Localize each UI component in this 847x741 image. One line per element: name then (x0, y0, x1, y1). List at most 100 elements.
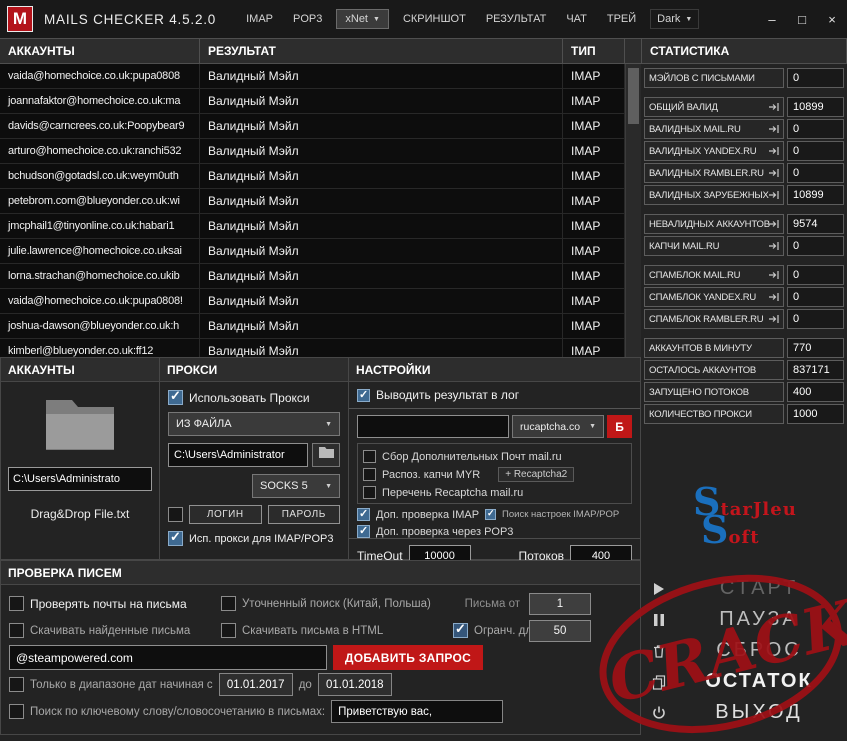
export-icon[interactable] (768, 292, 780, 302)
rest-button[interactable]: ОСТАТОК (641, 666, 847, 697)
query-input[interactable]: @steampowered.com (9, 645, 327, 670)
proxy-source-dropdown[interactable]: ИЗ ФАЙЛА ▼ (168, 412, 340, 436)
imap-check-checkbox[interactable] (357, 507, 370, 521)
accounts-file-path-input[interactable]: C:\Users\Administrato (8, 467, 152, 491)
column-header-result[interactable]: РЕЗУЛЬТАТ (200, 39, 563, 63)
collect-mail-checkbox[interactable] (363, 450, 376, 463)
accounts-table-body: vaida@homechoice.co.uk:pupa0808 Валидный… (0, 64, 625, 357)
captcha-myr-checkbox[interactable] (363, 468, 376, 481)
start-button[interactable]: СТАРТ (641, 573, 847, 604)
letters-from-input[interactable]: 1 (529, 592, 591, 615)
download-html-checkbox[interactable] (221, 623, 236, 638)
table-row[interactable]: vaida@homechoice.co.uk:pupa0808! Валидны… (0, 289, 625, 314)
export-icon[interactable] (768, 270, 780, 280)
result-cell: Валидный Мэйл (200, 114, 563, 138)
table-row[interactable]: arturo@homechoice.co.uk:ranchi532 Валидн… (0, 139, 625, 164)
pop3-limit-checkbox[interactable] (453, 621, 468, 638)
table-row[interactable]: jmcphail1@tinyonline.co.uk:habari1 Валид… (0, 214, 625, 239)
proxy-imap-pop3-checkbox[interactable] (168, 529, 183, 546)
accounts-panel-body: C:\Users\Administrato Drag&Drop File.txt (1, 382, 159, 559)
balance-button[interactable]: Б (607, 415, 632, 438)
titlebar: M MAILS CHECKER 4.5.2.0 IMAP POP3 xNet ▼… (0, 0, 847, 38)
account-cell: vaida@homechoice.co.uk:pupa0808! (0, 289, 200, 313)
pop3-check-label: Доп. проверка через POP3 (376, 525, 514, 538)
table-row[interactable]: petebrom.com@blueyonder.co.uk:wi Валидны… (0, 189, 625, 214)
log-output-checkbox[interactable] (357, 388, 370, 402)
stat-label-box: СПАМБЛОК YANDEX.RU (644, 287, 784, 307)
menu-tray[interactable]: ТРЕЙ (597, 13, 646, 25)
check-letters-label: Проверять почты на письма (30, 596, 187, 611)
maximize-button[interactable]: □ (787, 0, 817, 38)
captcha-service-dropdown[interactable]: rucaptcha.co ▼ (512, 415, 604, 438)
proxy-panel: ПРОКСИ Использовать Прокси ИЗ ФАЙЛА ▼ C:… (160, 357, 349, 560)
menu-pop3[interactable]: POP3 (283, 13, 332, 25)
statistics-title: СТАТИСТИКА (641, 38, 847, 64)
proxy-auth-checkbox[interactable] (168, 507, 183, 522)
keyword-input[interactable]: Приветствую вас, (331, 700, 504, 723)
export-icon[interactable] (768, 241, 780, 251)
app-window: M MAILS CHECKER 4.5.2.0 IMAP POP3 xNet ▼… (0, 0, 847, 735)
column-header-type[interactable]: ТИП (563, 39, 625, 63)
table-row[interactable]: bchudson@gotadsl.co.uk:weym0uth Валидный… (0, 164, 625, 189)
pop3-check-checkbox[interactable] (357, 524, 370, 538)
table-scrollbar[interactable] (625, 64, 641, 357)
download-letters-checkbox[interactable] (9, 623, 24, 638)
pop3-limit-input[interactable]: 50 (529, 619, 591, 642)
imap-pop-search-checkbox[interactable] (485, 508, 497, 520)
export-icon[interactable] (768, 314, 780, 324)
minimize-button[interactable]: – (757, 0, 787, 38)
proxy-source-value: ИЗ ФАЙЛА (176, 418, 232, 430)
proxy-browse-button[interactable] (312, 443, 340, 467)
table-row[interactable]: kimberl@blueyonder.co.uk:ff12 Валидный М… (0, 339, 625, 357)
accounts-panel-title: АККАУНТЫ (1, 358, 159, 382)
export-icon[interactable] (768, 190, 780, 200)
export-icon[interactable] (768, 168, 780, 178)
column-header-accounts[interactable]: АККАУНТЫ (0, 39, 200, 63)
close-button[interactable]: × (817, 0, 847, 38)
export-icon[interactable] (768, 102, 780, 112)
stat-row: ВАЛИДНЫХ ЗАРУБЕЖНЫХ 10899 (644, 185, 844, 205)
table-row[interactable]: julie.lawrence@homechoice.co.uksai Валид… (0, 239, 625, 264)
captcha-key-input[interactable] (357, 415, 509, 438)
export-icon[interactable] (768, 124, 780, 134)
menu-chat[interactable]: ЧАТ (556, 13, 597, 25)
table-row[interactable]: joannafaktor@homechoice.co.uk:ma Валидны… (0, 89, 625, 114)
date-to-input[interactable]: 01.01.2018 (317, 673, 392, 696)
scrollbar-thumb[interactable] (628, 68, 639, 124)
exit-button[interactable]: ВЫХОД (641, 697, 847, 728)
table-row[interactable]: lorna.strachan@homechoice.co.ukib Валидн… (0, 264, 625, 289)
check-letters-checkbox[interactable] (9, 596, 24, 611)
proxy-file-path-input[interactable]: C:\Users\Administrator (168, 443, 308, 467)
type-cell: IMAP (563, 114, 625, 138)
proxy-type-dropdown[interactable]: SOCKS 5 ▼ (252, 474, 340, 498)
chevron-down-icon: ▼ (325, 482, 332, 490)
login-button[interactable]: ЛОГИН (189, 505, 262, 524)
download-html-label: Скачивать письма в HTML (242, 624, 384, 637)
refined-search-checkbox[interactable] (221, 596, 236, 611)
reset-button[interactable]: СБРОС (641, 635, 847, 666)
menu-result[interactable]: РЕЗУЛЬТАТ (476, 13, 556, 25)
folder-icon[interactable] (42, 394, 118, 455)
menu-screenshot[interactable]: СКРИНШОТ (393, 13, 476, 25)
password-button[interactable]: ПАРОЛЬ (267, 505, 340, 524)
date-range-checkbox[interactable] (9, 677, 24, 692)
recaptcha-list-checkbox[interactable] (363, 486, 376, 499)
add-query-button[interactable]: ДОБАВИТЬ ЗАПРОС (333, 645, 483, 670)
table-row[interactable]: vaida@homechoice.co.uk:pupa0808 Валидный… (0, 64, 625, 89)
recaptcha2-chip[interactable]: + Recaptcha2 (498, 467, 575, 482)
export-icon[interactable] (768, 146, 780, 156)
result-cell: Валидный Мэйл (200, 189, 563, 213)
keyword-checkbox[interactable] (9, 704, 24, 719)
pause-label: ПАУЗА (719, 608, 799, 630)
use-proxy-checkbox[interactable] (168, 388, 183, 405)
menu-imap[interactable]: IMAP (236, 13, 283, 25)
menu-xnet-dropdown[interactable]: xNet ▼ (336, 9, 389, 29)
table-row[interactable]: joshua-dawson@blueyonder.co.uk:h Валидны… (0, 314, 625, 339)
pause-button[interactable]: ПАУЗА (641, 604, 847, 635)
table-row[interactable]: davids@carncrees.co.uk:Poopybear9 Валидн… (0, 114, 625, 139)
export-icon[interactable] (768, 219, 780, 229)
stat-label-box: КОЛИЧЕСТВО ПРОКСИ (644, 404, 784, 424)
date-from-input[interactable]: 01.01.2017 (218, 673, 293, 696)
theme-label: Dark (657, 13, 681, 25)
theme-dropdown[interactable]: Dark ▼ (650, 9, 700, 29)
